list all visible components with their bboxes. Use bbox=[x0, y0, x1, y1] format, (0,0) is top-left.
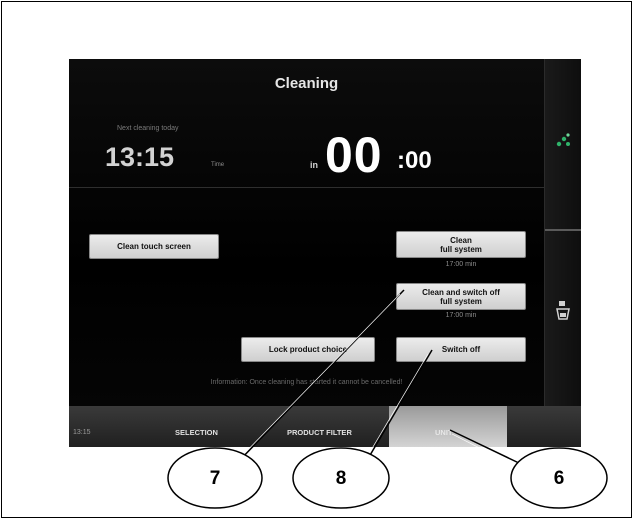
callout-6-number: 6 bbox=[553, 468, 565, 489]
divider bbox=[69, 187, 544, 188]
clean-touch-screen-button[interactable]: Clean touch screen bbox=[89, 234, 219, 259]
information-text: Information: Once cleaning has started i… bbox=[210, 379, 403, 386]
tab-selection[interactable]: SELECTION bbox=[175, 428, 218, 437]
clean-touch-screen-label: Clean touch screen bbox=[117, 242, 191, 251]
clean-off-duration: 17:00 min bbox=[445, 312, 477, 319]
clean-and-switch-off-button[interactable]: Clean and switch off full system bbox=[396, 283, 526, 310]
clean-full-system-button[interactable]: Clean full system bbox=[396, 231, 526, 258]
page-title: Cleaning bbox=[274, 75, 339, 92]
next-cleaning-time: 13:15 bbox=[105, 142, 175, 172]
next-cleaning-label: Next cleaning today bbox=[117, 125, 179, 132]
clean-button-line1: Clean bbox=[450, 235, 472, 245]
clean-off-line1: Clean and switch off bbox=[422, 287, 500, 297]
side-separator bbox=[545, 229, 581, 231]
tab-unit[interactable]: UNIT bbox=[435, 428, 453, 437]
clean-off-line2: full system bbox=[440, 296, 482, 306]
cleaning-screen: Cleaning Next cleaning today 13:15 Time … bbox=[69, 59, 581, 447]
drops-icon[interactable] bbox=[554, 131, 572, 149]
status-clock: 13:15 bbox=[73, 429, 91, 436]
clean-button-line2: full system bbox=[440, 244, 482, 254]
main-area: Cleaning Next cleaning today 13:15 Time … bbox=[69, 59, 544, 406]
tab-product-filter[interactable]: PRODUCT FILTER bbox=[287, 428, 352, 437]
side-panel bbox=[544, 59, 581, 406]
callout-7-number: 7 bbox=[209, 468, 221, 489]
lock-product-choice-button[interactable]: Lock product choice bbox=[241, 337, 375, 362]
in-label: in bbox=[310, 160, 318, 170]
switch-off-button[interactable]: Switch off bbox=[396, 337, 526, 362]
tab-unit-highlight[interactable] bbox=[389, 406, 507, 447]
time-unit-label: Time bbox=[211, 162, 225, 168]
switch-off-label: Switch off bbox=[441, 345, 481, 354]
lock-product-label: Lock product choice bbox=[268, 345, 348, 354]
clean-duration: 17:00 min bbox=[445, 261, 477, 268]
countdown-minutes: :00 bbox=[397, 147, 432, 174]
callout-8-number: 8 bbox=[335, 468, 347, 489]
countdown-hours: 00 bbox=[325, 127, 383, 183]
cup-icon[interactable] bbox=[554, 299, 572, 321]
bottom-navigation-bar: 13:15 SELECTION PRODUCT FILTER UNIT bbox=[69, 406, 581, 447]
